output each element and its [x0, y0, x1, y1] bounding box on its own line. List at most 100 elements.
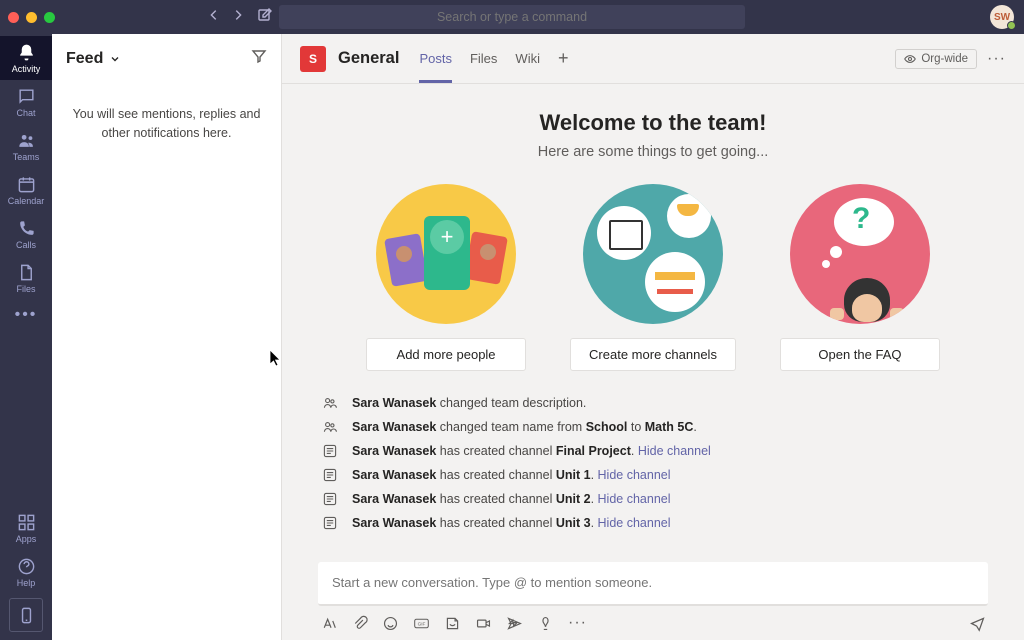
channel-content: Welcome to the team! Here are some thing… [282, 84, 1024, 562]
bell-icon [17, 43, 36, 62]
sticker-icon[interactable] [444, 615, 461, 632]
card-create-channels: Create more channels [570, 184, 736, 371]
stream-icon[interactable] [506, 615, 523, 632]
eye-icon [904, 53, 916, 65]
attach-icon[interactable] [351, 615, 368, 632]
channel-header: S General Posts Files Wiki + Org-wide ··… [282, 34, 1024, 84]
hide-channel-link[interactable]: Hide channel [598, 468, 671, 482]
welcome-title: Welcome to the team! [318, 110, 988, 136]
send-icon[interactable] [969, 615, 986, 632]
log-row: Sara Wanasek has created channel Unit 1.… [322, 463, 988, 487]
chevron-down-icon [109, 53, 121, 65]
composer-input[interactable] [332, 575, 974, 590]
team-change-icon [322, 395, 338, 411]
channel-more-icon[interactable]: ··· [987, 50, 1006, 68]
rail-mobile[interactable] [9, 598, 43, 632]
channel-icon [322, 491, 338, 507]
file-icon [17, 263, 36, 282]
filter-icon[interactable] [251, 48, 267, 69]
calendar-icon [17, 175, 36, 194]
apps-icon [17, 513, 36, 532]
presence-available-icon [1007, 21, 1016, 30]
card-add-people: + Add more people [366, 184, 526, 371]
meet-icon[interactable] [475, 615, 492, 632]
log-text: Sara Wanasek has created channel Unit 1.… [352, 468, 671, 482]
rail-activity[interactable]: Activity [0, 36, 52, 80]
org-wide-badge[interactable]: Org-wide [895, 49, 977, 69]
mobile-icon [17, 606, 36, 625]
welcome-block: Welcome to the team! Here are some thing… [318, 110, 988, 371]
log-text: Sara Wanasek changed team name from Scho… [352, 420, 697, 434]
hide-channel-link[interactable]: Hide channel [598, 516, 671, 530]
gif-icon[interactable]: GIF [413, 615, 430, 632]
rail-teams[interactable]: Teams [0, 124, 52, 168]
minimize-window[interactable] [26, 12, 37, 23]
rail-calls[interactable]: Calls [0, 212, 52, 256]
add-tab-button[interactable]: + [558, 48, 569, 69]
faq-illustration: ? [790, 184, 930, 324]
log-row: Sara Wanasek changed team name from Scho… [322, 415, 988, 439]
log-text: Sara Wanasek changed team description. [352, 396, 586, 410]
create-channels-illustration [583, 184, 723, 324]
log-text: Sara Wanasek has created channel Unit 3.… [352, 516, 671, 530]
add-people-button[interactable]: Add more people [366, 338, 526, 371]
rail-help[interactable]: Help [0, 550, 52, 594]
channel-name: General [338, 49, 399, 68]
rail-label: Teams [13, 152, 40, 162]
composer-toolbar: GIF ··· [318, 606, 988, 632]
composer-area: GIF ··· [282, 562, 1024, 640]
hide-channel-link[interactable]: Hide channel [598, 492, 671, 506]
nav-arrows [207, 8, 245, 27]
rail-apps[interactable]: Apps [0, 506, 52, 550]
create-channels-button[interactable]: Create more channels [570, 338, 736, 371]
rail-files[interactable]: Files [0, 256, 52, 300]
log-row: Sara Wanasek has created channel Unit 2.… [322, 487, 988, 511]
log-row: Sara Wanasek changed team description. [322, 391, 988, 415]
rail-chat[interactable]: Chat [0, 80, 52, 124]
forward-icon[interactable] [231, 8, 245, 27]
tab-files[interactable]: Files [470, 34, 497, 83]
search-bar[interactable] [279, 5, 745, 29]
chat-icon [17, 87, 36, 106]
log-text: Sara Wanasek has created channel Unit 2.… [352, 492, 671, 506]
activity-log: Sara Wanasek changed team description. Sa… [318, 391, 988, 535]
hide-channel-link[interactable]: Hide channel [638, 444, 711, 458]
feed-dropdown[interactable]: Feed [66, 50, 121, 68]
channel-icon [322, 515, 338, 531]
welcome-subtitle: Here are some things to get going... [318, 144, 988, 160]
rail-label: Calls [16, 240, 36, 250]
main-area: S General Posts Files Wiki + Org-wide ··… [282, 34, 1024, 640]
rail-more[interactable]: ••• [0, 300, 52, 330]
tab-wiki[interactable]: Wiki [515, 34, 540, 83]
emoji-icon[interactable] [382, 615, 399, 632]
rail-label: Files [16, 284, 35, 294]
tab-posts[interactable]: Posts [419, 34, 452, 83]
back-icon[interactable] [207, 8, 221, 27]
add-people-illustration: + [376, 184, 516, 324]
maximize-window[interactable] [44, 12, 55, 23]
help-icon [17, 557, 36, 576]
app-rail: Activity Chat Teams Calendar Calls Files… [0, 34, 52, 640]
feed-title-label: Feed [66, 50, 103, 68]
log-text: Sara Wanasek has created channel Final P… [352, 444, 711, 458]
close-window[interactable] [8, 12, 19, 23]
toolbar-more-icon[interactable]: ··· [568, 614, 587, 632]
praise-icon[interactable] [537, 615, 554, 632]
rail-label: Activity [12, 64, 41, 74]
channel-tabs: Posts Files Wiki + [419, 34, 568, 83]
rail-label: Chat [16, 108, 35, 118]
rail-label: Help [17, 578, 36, 588]
team-change-icon [322, 419, 338, 435]
badge-label: Org-wide [921, 53, 968, 65]
rail-calendar[interactable]: Calendar [0, 168, 52, 212]
more-icon: ••• [15, 306, 38, 324]
rail-label: Apps [16, 534, 37, 544]
search-input[interactable] [279, 10, 745, 24]
compose-icon[interactable] [257, 7, 273, 28]
log-row: Sara Wanasek has created channel Unit 3.… [322, 511, 988, 535]
window-controls [8, 12, 55, 23]
feed-empty-text: You will see mentions, replies and other… [66, 105, 267, 143]
composer[interactable] [318, 562, 988, 606]
open-faq-button[interactable]: Open the FAQ [780, 338, 940, 371]
format-icon[interactable] [320, 615, 337, 632]
